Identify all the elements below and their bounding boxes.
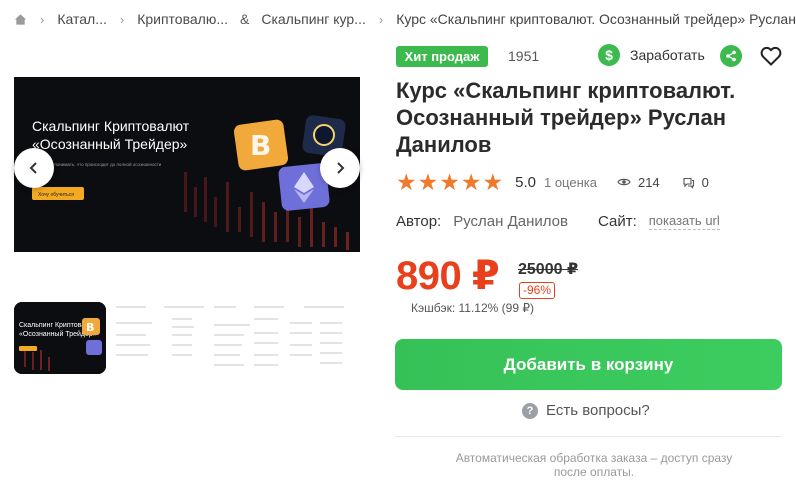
- product-main-image[interactable]: Скальпинг Криптовалют «Осознанный Трейде…: [14, 77, 360, 252]
- product-title: Курс «Скальпинг криптовалют. Осознанный …: [396, 78, 736, 157]
- bitcoin-icon: B: [233, 119, 289, 171]
- gallery-thumbnail-2[interactable]: [114, 302, 360, 374]
- svg-text:B: B: [86, 321, 94, 334]
- author-name[interactable]: Руслан Данилов: [453, 213, 568, 230]
- gallery-prev-button[interactable]: [14, 148, 54, 188]
- product-meta: Автор: Руслан Данилов Сайт: показать url: [396, 213, 720, 230]
- breadcrumb-ampersand: &: [240, 11, 250, 27]
- star-icon: ★: [396, 169, 417, 195]
- questions-link[interactable]: ? Есть вопросы?: [522, 402, 650, 419]
- share-icon: [726, 50, 736, 62]
- product-sku: 1951: [508, 48, 540, 64]
- rating-count[interactable]: 1 оценка: [544, 175, 597, 190]
- comments-count: 0: [701, 174, 709, 190]
- show-url-link[interactable]: показать url: [648, 213, 720, 230]
- add-to-cart-button[interactable]: Добавить в корзину: [395, 339, 782, 390]
- breadcrumb: › Катал... › Криптовалю... & Скальпинг к…: [14, 9, 796, 29]
- earn-button[interactable]: $ Заработать: [598, 44, 705, 66]
- question-icon: ?: [522, 402, 538, 419]
- chevron-left-icon: [29, 162, 37, 174]
- rating-score: 5.0: [515, 173, 536, 191]
- old-price: 25000 ₽: [518, 261, 579, 278]
- dollar-icon: $: [598, 44, 620, 66]
- current-price: 890 ₽: [396, 254, 500, 298]
- eye-icon: [617, 178, 631, 186]
- breadcrumb-current: Курс «Скальпинг криптовалют. Осознанный …: [396, 11, 796, 27]
- gallery-next-button[interactable]: [320, 148, 360, 188]
- discount-badge: -96%: [519, 282, 556, 299]
- svg-text:B: B: [250, 129, 271, 162]
- slide-button: Хочу обучиться: [38, 192, 74, 198]
- cashback-info: Кэшбэк: 11.12% (99 ₽): [411, 301, 534, 315]
- slide-title-line2: «Осознанный Трейдер»: [32, 136, 188, 152]
- comments-counter[interactable]: 0: [682, 175, 709, 190]
- chevron-right-icon: ›: [40, 11, 45, 27]
- ethereum-icon: [86, 340, 102, 355]
- chevron-right-icon: ›: [119, 11, 125, 27]
- comment-icon: [683, 177, 694, 189]
- auto-processing-note: Автоматическая обработка заказа – доступ…: [455, 451, 733, 479]
- star-icon: ★: [439, 169, 460, 195]
- chevron-right-icon: [337, 162, 345, 174]
- home-icon[interactable]: [14, 13, 27, 26]
- star-icon: ★: [417, 169, 439, 195]
- views-counter: 214: [617, 175, 660, 190]
- rating-row: ★ ★ ★ ★ ★ 5.0 1 оценка 214 0: [396, 169, 709, 195]
- site-label: Сайт:: [597, 213, 637, 230]
- course-banner-graphic: Скальпинг Криптовалют «Осознанный Трейде…: [14, 77, 360, 252]
- breadcrumb-catalog[interactable]: Катал...: [57, 11, 107, 27]
- rating-stars[interactable]: ★ ★ ★ ★ ★: [396, 169, 504, 195]
- author-label: Автор:: [396, 213, 442, 230]
- breadcrumb-scalping[interactable]: Скальпинг кур...: [261, 11, 366, 27]
- breadcrumb-crypto[interactable]: Криптовалю...: [137, 11, 228, 27]
- heart-icon[interactable]: [759, 44, 783, 68]
- star-icon: ★: [460, 169, 482, 195]
- earn-label: Заработать: [630, 47, 705, 63]
- divider: [395, 436, 782, 437]
- bestseller-badge: Хит продаж: [396, 46, 488, 67]
- views-count: 214: [637, 174, 660, 190]
- slide-title-line1: Скальпинг Криптовалют: [32, 118, 190, 134]
- share-button[interactable]: [720, 45, 742, 67]
- questions-label: Есть вопросы?: [546, 402, 650, 419]
- star-icon: ★: [482, 169, 504, 195]
- gallery-thumbnail-1[interactable]: Скальпинг Криптовалют «Осознанный Трейде…: [14, 302, 106, 374]
- chevron-right-icon: ›: [378, 11, 384, 27]
